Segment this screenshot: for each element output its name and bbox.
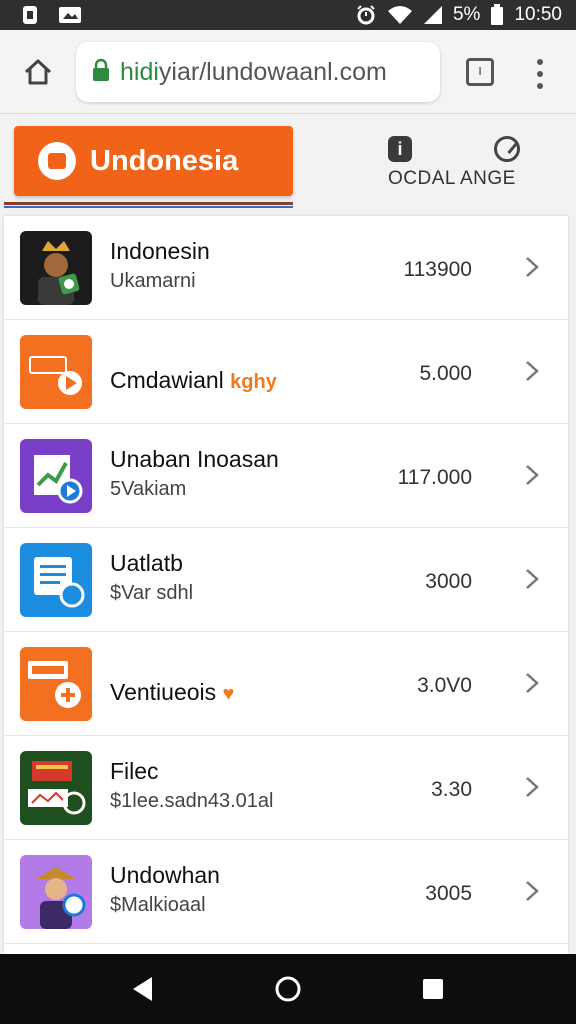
list-item[interactable]: Filec $1lee.sadn43.01al 3.30 xyxy=(4,736,568,840)
status-left xyxy=(22,5,82,25)
brand-logo-icon xyxy=(38,142,76,180)
browser-home-button[interactable] xyxy=(20,54,56,90)
chevron-right-icon xyxy=(526,777,539,797)
video-play-icon xyxy=(20,335,92,409)
chevron-right-icon xyxy=(526,257,539,277)
item-subtitle: $Var sdhl xyxy=(110,582,194,604)
person-avatar-icon xyxy=(20,855,92,929)
status-right: 5% 10:50 xyxy=(355,4,562,26)
item-subtitle: $1lee.sadn43.01al xyxy=(110,790,274,812)
info-icon[interactable]: i xyxy=(388,136,412,162)
brand-label: Undonesia xyxy=(90,144,239,177)
url-text: hidiyiar/lundowaanl.com xyxy=(120,58,387,87)
list-item[interactable]: Cmdawianl kghy 5.000 xyxy=(4,320,568,424)
url-bar[interactable]: hidiyiar/lundowaanl.com xyxy=(76,42,440,102)
document-chart-icon xyxy=(20,439,92,513)
item-title: Indonesin xyxy=(110,238,210,264)
king-avatar-icon xyxy=(20,231,92,305)
document-list-icon xyxy=(20,543,92,617)
tabs-button[interactable]: ǀ xyxy=(466,58,494,86)
url-domain: hidi xyxy=(120,57,159,86)
item-title: Unaban Inoasan xyxy=(110,446,279,472)
item-value: 113900 xyxy=(403,258,472,281)
battery-percent: 5% xyxy=(452,4,481,25)
item-value: 3000 xyxy=(425,570,472,593)
item-title-line: Ventiueois ♥ xyxy=(110,679,234,706)
tabs-icon: ǀ xyxy=(478,66,482,78)
chevron-right-icon xyxy=(526,569,539,589)
home-nav-button[interactable] xyxy=(268,969,308,1009)
wifi-icon xyxy=(387,5,413,25)
browser-toolbar: hidiyiar/lundowaanl.com ǀ xyxy=(0,30,576,114)
tools-label: OCDAL ANGE xyxy=(388,168,516,189)
item-title-line: Cmdawianl kghy xyxy=(110,367,277,394)
header-tools[interactable]: i OCDAL ANGE xyxy=(384,132,544,192)
add-box-icon xyxy=(20,647,92,721)
app-list: Indonesin Ukamarni 113900 Cmdawianl kghy… xyxy=(4,216,568,954)
item-title: Ventiueois xyxy=(110,679,217,705)
sim-icon xyxy=(22,5,38,25)
alarm-icon xyxy=(355,4,377,26)
item-tag: ♥ xyxy=(222,683,235,705)
item-title: Uatlatb xyxy=(110,550,183,576)
list-item[interactable]: Undowhan $Malkioaal 3005 xyxy=(4,840,568,944)
battery-icon xyxy=(490,4,504,26)
item-value: 5.000 xyxy=(419,362,472,385)
recents-icon xyxy=(423,979,444,999)
more-vert-icon[interactable] xyxy=(528,56,552,92)
signal-icon xyxy=(423,5,443,25)
chevron-right-icon xyxy=(526,673,539,693)
home-circle-icon xyxy=(275,976,301,1002)
app-root: 5% 10:50 hidiyiar/lundowaanl.com ǀ Undon… xyxy=(0,0,576,1024)
recents-button[interactable] xyxy=(413,969,453,1009)
back-icon xyxy=(132,977,152,1001)
chevron-right-icon xyxy=(526,465,539,485)
item-subtitle: 5Vakiam xyxy=(110,478,187,500)
item-subtitle: Ukamarni xyxy=(110,270,196,292)
gauge-icon[interactable] xyxy=(494,136,520,162)
item-subtitle: $Malkioaal xyxy=(110,894,206,916)
money-icon xyxy=(20,751,92,825)
item-value: 3005 xyxy=(425,882,472,905)
item-value: 3.30 xyxy=(431,778,472,801)
status-bar: 5% 10:50 xyxy=(0,0,576,30)
home-icon xyxy=(24,59,52,85)
brand-underline-accent xyxy=(4,206,293,208)
system-nav-bar xyxy=(0,954,576,1024)
image-icon xyxy=(58,5,82,25)
list-item[interactable]: Ventiueois ♥ 3.0V0 xyxy=(4,632,568,736)
list-item[interactable]: Unaban Inoasan 5Vakiam 117.000 xyxy=(4,424,568,528)
app-header: Undonesia i OCDAL ANGE xyxy=(0,114,576,210)
brand-button[interactable]: Undonesia xyxy=(14,126,293,196)
item-value: 3.0V0 xyxy=(417,674,472,697)
chevron-right-icon xyxy=(526,361,539,381)
url-path: yiar/lundowaanl.com xyxy=(158,57,387,86)
clock: 10:50 xyxy=(514,4,562,25)
item-title: Filec xyxy=(110,758,159,784)
item-title: Cmdawianl xyxy=(110,367,224,393)
item-value: 117.000 xyxy=(397,466,472,489)
brand-underline xyxy=(4,202,293,205)
chevron-right-icon xyxy=(526,881,539,901)
list-item[interactable]: Indonesin Ukamarni 113900 xyxy=(4,216,568,320)
item-title: Undowhan xyxy=(110,862,220,888)
back-button[interactable] xyxy=(123,969,163,1009)
lock-icon xyxy=(92,58,110,87)
item-tag: kghy xyxy=(230,371,277,393)
list-item[interactable]: Uatlatb $Var sdhl 3000 xyxy=(4,528,568,632)
